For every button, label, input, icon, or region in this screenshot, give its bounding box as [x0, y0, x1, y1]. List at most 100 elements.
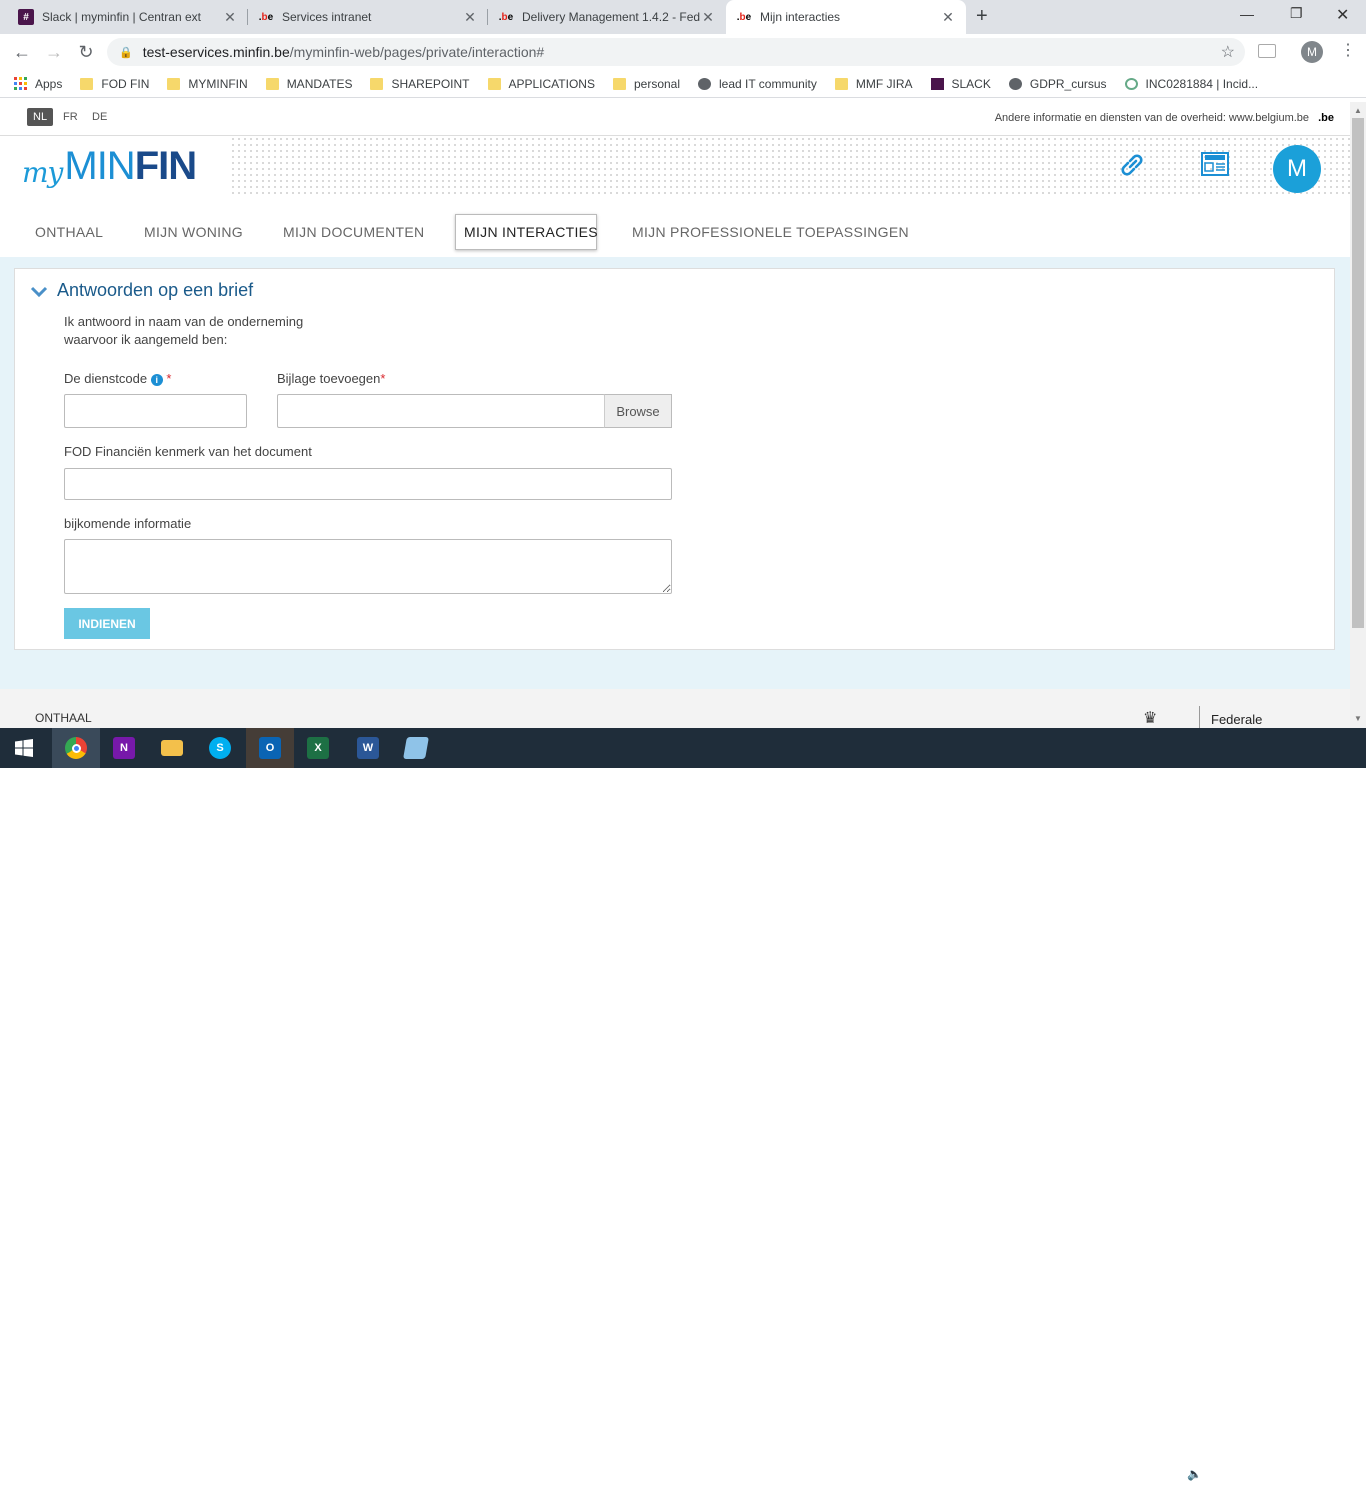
tab-services-intranet[interactable]: .be Services intranet ✕	[248, 0, 488, 34]
minimize-button[interactable]: —	[1240, 6, 1254, 22]
folder-icon	[834, 77, 848, 90]
bookmark-mandates[interactable]: MANDATES	[265, 77, 352, 91]
lang-de[interactable]: DE	[86, 108, 113, 126]
required-marker: *	[380, 371, 386, 386]
submit-button[interactable]: INDIENEN	[64, 608, 150, 639]
url-path: /myminfin-web/pages/private/interaction#	[289, 44, 545, 60]
header-pattern	[230, 136, 1350, 194]
new-tab-button[interactable]: +	[976, 5, 988, 28]
nav-mijn-documenten[interactable]: MIJN DOCUMENTEN	[275, 214, 432, 250]
bijlage-file-field[interactable]	[277, 394, 605, 428]
user-avatar[interactable]: M	[1273, 145, 1321, 193]
profile-avatar[interactable]: M	[1301, 41, 1323, 63]
link-icon[interactable]	[1117, 150, 1147, 187]
logo-min: MIN	[64, 144, 135, 188]
intro-text-line2: waarvoor ik aangemeld ben:	[64, 332, 228, 347]
tab-mijn-interacties[interactable]: .be Mijn interacties ✕	[726, 0, 966, 34]
dienstcode-label: De dienstcode i *	[64, 370, 171, 388]
nav-mijn-woning[interactable]: MIJN WONING	[136, 214, 251, 250]
lang-nl[interactable]: NL	[27, 108, 54, 126]
info-textarea[interactable]	[64, 539, 672, 594]
bookmark-incident[interactable]: INC0281884 | Incid...	[1124, 77, 1258, 91]
onenote-icon[interactable]: N	[100, 728, 148, 768]
close-icon[interactable]: ✕	[940, 9, 956, 26]
system-clock[interactable]: 11:23 30/04/2020	[1244, 1460, 1304, 1492]
file-explorer-icon[interactable]	[148, 728, 196, 768]
bookmark-label: MYMINFIN	[188, 76, 248, 91]
myminfin-logo[interactable]: my MIN FIN	[22, 144, 197, 189]
bookmark-applications[interactable]: APPLICATIONS	[487, 77, 595, 91]
bookmark-label: MMF JIRA	[855, 76, 913, 91]
restore-button[interactable]: ❐	[1290, 5, 1303, 22]
bookmark-lead-it-community[interactable]: lead IT community	[698, 77, 817, 91]
apps-grid-icon	[14, 77, 27, 90]
be-icon: .be	[736, 11, 752, 23]
browser-tab-bar: # Slack | myminfin | Centran ext ✕ .be S…	[0, 0, 1366, 34]
info-label: bijkomende informatie	[64, 516, 192, 531]
bookmark-label: FOD FIN	[101, 76, 150, 91]
tab-slack[interactable]: # Slack | myminfin | Centran ext ✕	[8, 0, 248, 34]
address-bar[interactable]: 🔒 test-eservices.minfin.be/myminfin-web/…	[107, 38, 1245, 66]
volume-icon[interactable]: 🔈	[1187, 1467, 1202, 1481]
skype-icon[interactable]: S	[196, 728, 244, 768]
folder-icon	[167, 77, 181, 90]
close-icon[interactable]: ✕	[700, 9, 716, 26]
bookmark-personal[interactable]: personal	[612, 77, 680, 91]
wifi-icon[interactable]: ◠	[1164, 1467, 1174, 1481]
kenmerk-input[interactable]	[64, 468, 672, 500]
extension-icon[interactable]	[1258, 44, 1276, 58]
dienstcode-input[interactable]	[64, 394, 247, 428]
word-icon[interactable]: W	[344, 728, 392, 768]
page-scrollbar[interactable]: ▲ ▼	[1350, 102, 1366, 728]
back-button[interactable]: ←	[10, 40, 34, 64]
outlook-icon[interactable]: O	[246, 728, 294, 768]
scroll-up-icon[interactable]: ▲	[1354, 106, 1362, 115]
folder-icon	[265, 77, 279, 90]
close-icon[interactable]: ✕	[222, 9, 238, 26]
browse-button[interactable]: Browse	[604, 394, 672, 428]
footer-onthaal-link[interactable]: ONTHAAL	[35, 711, 92, 725]
forward-button[interactable]: →	[42, 40, 66, 64]
menu-icon[interactable]: ⋮	[1340, 40, 1356, 60]
chevron-up-icon[interactable]: ︿	[1092, 1467, 1104, 1484]
bookmark-sharepoint[interactable]: SHAREPOINT	[370, 77, 470, 91]
info-icon[interactable]: i	[150, 373, 163, 386]
bookmark-mmf-jira[interactable]: MMF JIRA	[834, 76, 913, 91]
bookmark-fod-fin[interactable]: FOD FIN	[80, 77, 149, 91]
scrollbar-thumb[interactable]	[1352, 118, 1364, 628]
excel-icon[interactable]: X	[294, 728, 342, 768]
folder-icon	[80, 77, 94, 90]
scroll-down-icon[interactable]: ▼	[1354, 714, 1362, 723]
required-marker: *	[166, 371, 172, 386]
bookmark-gdpr-cursus[interactable]: GDPR_cursus	[1008, 77, 1107, 91]
bookmark-slack[interactable]: SLACK	[930, 77, 991, 91]
lang-fr[interactable]: FR	[57, 108, 84, 126]
news-icon[interactable]	[1199, 150, 1231, 185]
folder-icon	[612, 77, 626, 90]
tab-title: Mijn interacties	[760, 10, 841, 24]
chevron-down-icon[interactable]	[30, 282, 48, 300]
section-title[interactable]: Antwoorden op een brief	[57, 280, 253, 301]
chrome-icon[interactable]	[52, 728, 100, 768]
notepad-icon[interactable]	[392, 728, 440, 768]
tab-delivery-management[interactable]: .be Delivery Management 1.4.2 - Fed ✕	[488, 0, 726, 34]
nav-mijn-interacties[interactable]: MIJN INTERACTIES	[455, 214, 598, 250]
windows-start-icon[interactable]	[0, 728, 48, 768]
nav-mijn-professionele-toepassingen[interactable]: MIJN PROFESSIONELE TOEPASSINGEN	[624, 214, 917, 250]
lock-icon[interactable]: 🔒	[119, 46, 133, 59]
window-close-button[interactable]: ✕	[1336, 5, 1349, 25]
nav-onthaal[interactable]: ONTHAAL	[27, 214, 111, 250]
notifications-icon[interactable]: ▤	[1324, 1465, 1338, 1483]
close-icon[interactable]: ✕	[462, 9, 478, 26]
onedrive-icon[interactable]: ☁	[1116, 1467, 1128, 1481]
bookmark-label: Apps	[35, 76, 63, 91]
input-language[interactable]: NLD	[1212, 1467, 1236, 1481]
be-icon: .be	[258, 11, 274, 23]
bookmark-apps[interactable]: Apps	[14, 77, 62, 91]
reload-button[interactable]: ↻	[74, 40, 98, 64]
battery-icon[interactable]: ▭	[1140, 1467, 1151, 1481]
bookmark-star-icon[interactable]: ☆	[1221, 42, 1235, 62]
belgium-link[interactable]: Andere informatie en diensten van de ove…	[995, 112, 1334, 124]
be-icon: .be	[498, 11, 514, 23]
bookmark-myminfin[interactable]: MYMINFIN	[167, 76, 248, 91]
